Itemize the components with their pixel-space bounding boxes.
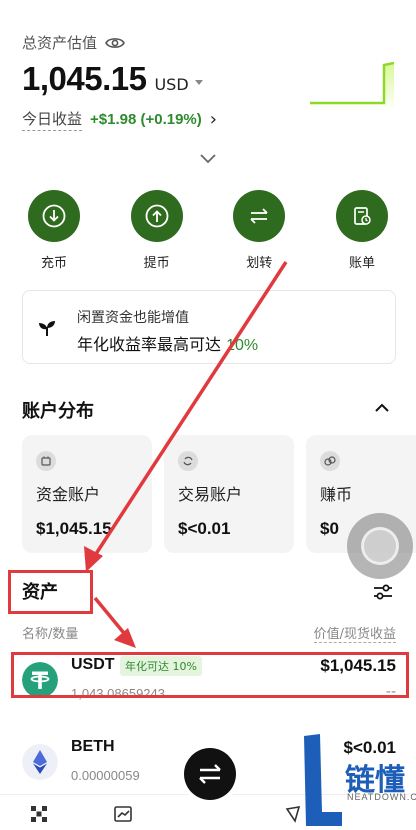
- today-pnl-value: +$1.98 (+0.19%): [90, 111, 202, 128]
- funding-account-name: 资金账户: [36, 485, 101, 504]
- home-logo-icon[interactable]: [30, 805, 48, 823]
- transfer-label: 划转: [246, 256, 273, 271]
- sprout-icon: [39, 321, 55, 336]
- annotation-arrowhead-2: [114, 628, 136, 648]
- total-assets-label-text: 总资产估值: [22, 34, 98, 52]
- earn-promo-banner[interactable]: 闲置资金也能增值 年化收益率最高可达 10%: [22, 290, 396, 364]
- funding-account-card[interactable]: 资金账户 $1,045.15: [22, 435, 152, 553]
- total-value-row: 1,045.15 USD: [22, 60, 203, 98]
- account-distribution-title: 账户分布: [22, 401, 94, 422]
- promo-title: 闲置资金也能增值: [77, 310, 189, 326]
- usdt-highlight-annotation: [11, 652, 409, 698]
- total-assets-label: 总资产估值: [22, 32, 125, 53]
- today-pnl-label: 今日收益: [22, 108, 83, 131]
- chevron-up-icon[interactable]: [374, 403, 390, 413]
- promo-subtitle: 年化收益率最高可达 10%: [77, 331, 258, 355]
- assistive-touch-ball[interactable]: [347, 513, 413, 579]
- promo-subtitle-prefix: 年化收益率最高可达: [77, 335, 222, 354]
- column-header-name: 名称/数量: [22, 627, 79, 642]
- earn-account-name: 赚币: [320, 485, 353, 504]
- quick-actions: 充币 提币 划转 账单: [22, 190, 394, 271]
- funding-account-value: $1,045.15: [36, 519, 112, 538]
- chevron-right-icon: ›: [209, 109, 217, 130]
- wallet-icon: [36, 451, 56, 471]
- beth-coin-icon: [22, 744, 58, 780]
- assets-highlight-annotation: [8, 570, 93, 614]
- withdraw-button[interactable]: 提币: [125, 190, 189, 271]
- exchange-icon: [178, 451, 198, 471]
- assistive-touch-inner: [361, 527, 399, 565]
- bill-button[interactable]: 账单: [330, 190, 394, 271]
- deposit-icon: [28, 190, 80, 242]
- trading-account-value: $<0.01: [178, 519, 231, 538]
- markets-chart-icon[interactable]: [114, 805, 132, 823]
- swap-arrows-icon: [199, 764, 221, 784]
- withdraw-label: 提币: [143, 256, 170, 271]
- transfer-icon: [233, 190, 286, 242]
- column-header-value[interactable]: 价值/现货收益: [313, 623, 396, 643]
- trade-fab-button[interactable]: [184, 748, 236, 800]
- transfer-button[interactable]: 划转: [227, 190, 291, 271]
- bill-icon: [335, 190, 388, 242]
- promo-rate: 10%: [226, 337, 259, 354]
- deposit-label: 充币: [40, 256, 67, 271]
- trading-account-name: 交易账户: [178, 485, 243, 504]
- caret-down-icon: [194, 80, 203, 85]
- trading-account-card[interactable]: 交易账户 $<0.01: [164, 435, 294, 553]
- earn-icon: [320, 451, 340, 471]
- deposit-button[interactable]: 充币: [22, 190, 86, 271]
- beth-name: BETH: [71, 738, 115, 755]
- withdraw-icon: [130, 190, 183, 242]
- filter-icon[interactable]: [372, 582, 394, 602]
- currency-label: USD: [154, 75, 189, 94]
- total-value: 1,045.15: [22, 60, 147, 97]
- currency-selector[interactable]: USD: [154, 75, 203, 94]
- bill-label: 账单: [348, 256, 375, 271]
- today-pnl-row[interactable]: 今日收益 +$1.98 (+0.19%) ›: [22, 108, 217, 131]
- balance-sparkline: [310, 61, 394, 111]
- beth-amount: 0.00000059: [71, 768, 140, 783]
- annotation-arrow-2: [93, 596, 130, 640]
- chevron-down-icon[interactable]: [199, 153, 217, 165]
- earn-account-value: $0: [320, 519, 339, 538]
- eye-icon[interactable]: [105, 36, 125, 50]
- watermark-subtext: NEATDOWN.COM: [347, 792, 416, 802]
